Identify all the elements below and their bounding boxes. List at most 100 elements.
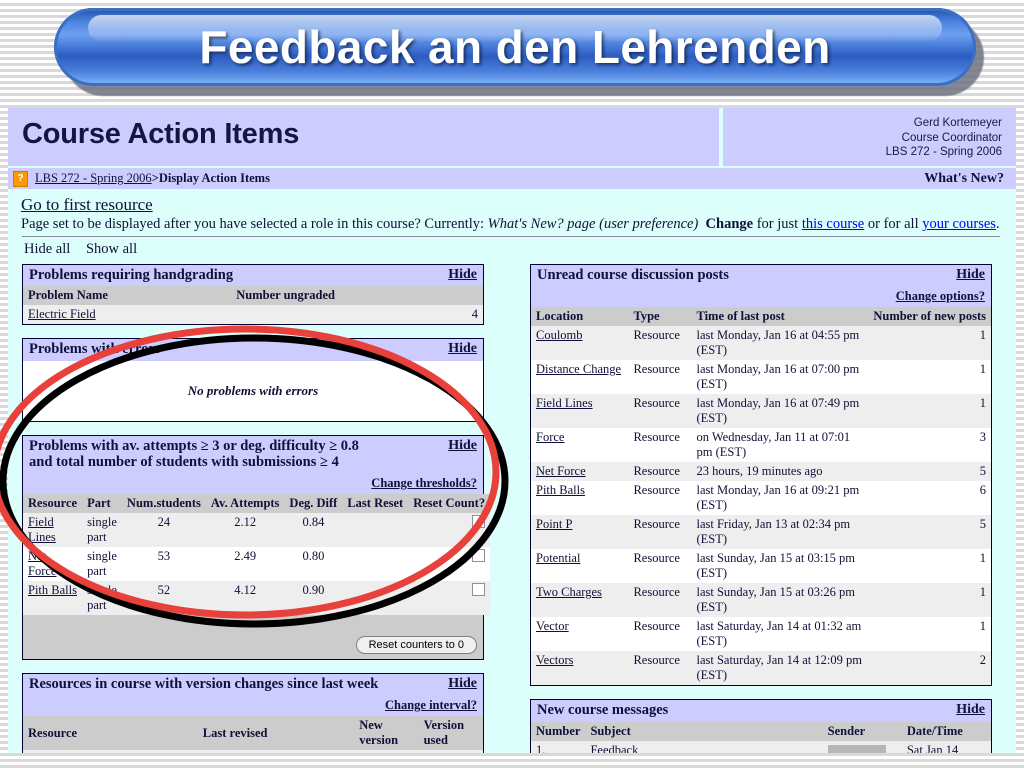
table-row: Force Resource on Wednesday, Jan 11 at 07:… bbox=[531, 428, 991, 463]
panel-columns: Problems requiring handgrading Hide Prob… bbox=[8, 264, 1016, 753]
discussion-location-link[interactable]: Point P bbox=[536, 517, 572, 531]
breadcrumb-course-link[interactable]: LBS 272 - Spring 2006 bbox=[35, 171, 152, 186]
discussion-location-link[interactable]: Force bbox=[536, 430, 564, 444]
preference-current-value: What's New? page (user preference) bbox=[487, 216, 699, 233]
show-all-link[interactable]: Show all bbox=[86, 241, 137, 257]
col-time-last-post: Time of last post bbox=[691, 307, 869, 327]
table-header-row: Resource Part Num.students Av. Attempts … bbox=[23, 494, 491, 514]
page-title: Course Action Items bbox=[22, 118, 300, 150]
panel-versions-title: Resources in course with version changes… bbox=[29, 676, 379, 693]
reset-counters-button[interactable]: Reset counters to 0 bbox=[355, 636, 477, 655]
go-to-first-resource-link[interactable]: Go to first resource bbox=[21, 195, 153, 215]
discussion-location-link[interactable]: Potential bbox=[536, 551, 580, 565]
redacted-sender-bar bbox=[827, 744, 886, 753]
discussion-time: last Saturday, Jan 14 at 12:09 pm (EST) bbox=[691, 651, 869, 686]
discussion-time: last Sunday, Jan 15 at 03:15 pm (EST) bbox=[691, 549, 869, 584]
table-row: 1. Feedback [msu/mmp/kap18/problems/cd46… bbox=[531, 740, 991, 753]
panel-discussion-header: Unread course discussion posts Hide bbox=[531, 265, 991, 287]
discussion-time: last Friday, Jan 13 at 02:34 pm (EST) bbox=[691, 515, 869, 550]
reset-checkbox[interactable] bbox=[472, 515, 486, 529]
attempts-value: 4.12 bbox=[205, 581, 285, 616]
reset-checkbox[interactable] bbox=[472, 583, 486, 597]
discussion-new-post-count: 5 bbox=[868, 462, 991, 482]
handgrading-table: Problem Name Number ungraded Electric Fi… bbox=[23, 286, 483, 325]
change-interval-link[interactable]: Change interval? bbox=[385, 698, 477, 712]
preference-period: . bbox=[995, 216, 1000, 233]
discussion-location-link[interactable]: Pith Balls bbox=[536, 483, 585, 497]
discussion-location-link[interactable]: Net Force bbox=[536, 464, 586, 478]
col-av-attempts: Av. Attempts bbox=[205, 494, 285, 514]
table-row: Coulomb Resource last Monday, Jan 16 at 04… bbox=[531, 326, 991, 361]
breadcrumb: ? LBS 272 - Spring 2006 > Display Action… bbox=[8, 170, 924, 187]
preference-line: Page set to be displayed after you have … bbox=[21, 216, 1006, 233]
discussion-type: Resource bbox=[628, 462, 692, 482]
whats-new-link[interactable]: What's New? bbox=[924, 171, 1016, 187]
panel-problems-with-errors: Problems with errors Hide No problems wi… bbox=[22, 338, 484, 422]
table-row: Field Lines single part 24 2.12 0.84 bbox=[23, 513, 491, 548]
change-options-link[interactable]: Change options? bbox=[896, 289, 985, 303]
versions-table: Resource Last revised New version Versio… bbox=[23, 716, 483, 753]
panel-difficulty-header: Problems with av. attempts ≥ 3 or deg. d… bbox=[23, 435, 483, 474]
panel-messages-hide-link[interactable]: Hide bbox=[948, 702, 985, 718]
discussion-time: on Wednesday, Jan 11 at 07:01 pm (EST) bbox=[691, 428, 869, 463]
panel-versions-hide-link[interactable]: Hide bbox=[440, 676, 477, 692]
table-row: Pith Balls Resource last Monday, Jan 16 at… bbox=[531, 481, 991, 516]
versions-subbar: Change interval? bbox=[23, 695, 483, 717]
col-location: Location bbox=[531, 307, 629, 327]
col-subject: Subject bbox=[585, 721, 823, 741]
difficulty-value: 0.80 bbox=[284, 547, 343, 582]
table-row: Electric Field 4 bbox=[23, 305, 483, 325]
last-reset-value bbox=[342, 547, 409, 582]
your-courses-link[interactable]: your courses bbox=[922, 216, 996, 232]
attempts-value: 2.49 bbox=[205, 547, 285, 582]
col-datetime: Date/Time bbox=[901, 721, 991, 741]
discussion-location-link[interactable]: Field Lines bbox=[536, 396, 593, 410]
table-header-row: Number Subject Sender Date/Time bbox=[531, 721, 991, 741]
resource-link[interactable]: Applet: Electron Orbit bbox=[28, 752, 140, 753]
col-number-ungraded: Number ungraded bbox=[231, 286, 483, 306]
panel-discussion-posts: Unread course discussion posts Hide Chan… bbox=[530, 264, 992, 687]
col-new-version: New version bbox=[354, 716, 419, 751]
message-subject-link[interactable]: Feedback bbox=[590, 743, 638, 753]
panel-difficulty-title-line2: and total number of students with submis… bbox=[29, 453, 339, 470]
discussion-location-link[interactable]: Distance Change bbox=[536, 362, 621, 376]
panel-errors-hide-link[interactable]: Hide bbox=[440, 341, 477, 357]
discussion-location-link[interactable]: Coulomb bbox=[536, 328, 583, 342]
panel-handgrading-hide-link[interactable]: Hide bbox=[440, 267, 477, 283]
discussion-location-link[interactable]: Vectors bbox=[536, 653, 574, 667]
change-thresholds-link[interactable]: Change thresholds? bbox=[371, 476, 477, 490]
reset-checkbox[interactable] bbox=[472, 549, 486, 563]
hide-show-all-controls: Hide all Show all bbox=[24, 241, 1006, 258]
col-last-reset: Last Reset bbox=[342, 494, 409, 514]
col-version-used: Version used bbox=[418, 716, 483, 751]
help-icon[interactable]: ? bbox=[13, 170, 28, 187]
banner-title-text: Feedback an den Lehrenden bbox=[199, 21, 831, 73]
panel-errors-title: Problems with errors bbox=[29, 341, 161, 358]
horizontal-rule bbox=[22, 236, 1000, 238]
difficulty-footer: Reset counters to 0 bbox=[23, 615, 483, 660]
difficulty-value: 0.84 bbox=[284, 513, 343, 548]
resource-link[interactable]: Pith Balls bbox=[28, 583, 77, 597]
students-value: 24 bbox=[121, 513, 206, 548]
panel-difficulty-hide-link[interactable]: Hide bbox=[440, 438, 477, 454]
resource-link[interactable]: Net Force bbox=[28, 549, 56, 578]
difficulty-subbar: Change thresholds? bbox=[23, 473, 483, 495]
problem-name-link[interactable]: Electric Field bbox=[28, 307, 96, 321]
discussion-location-link[interactable]: Vector bbox=[536, 619, 569, 633]
discussion-type: Resource bbox=[628, 583, 692, 618]
table-row: Point P Resource last Friday, Jan 13 at 02… bbox=[531, 515, 991, 550]
discussion-new-post-count: 1 bbox=[868, 549, 991, 584]
preference-or-for-all: or for all bbox=[867, 216, 919, 233]
preference-change-label[interactable]: Change bbox=[706, 216, 754, 232]
panel-discussion-hide-link[interactable]: Hide bbox=[948, 267, 985, 283]
hide-all-link[interactable]: Hide all bbox=[24, 241, 70, 257]
resource-link[interactable]: Field Lines bbox=[28, 515, 56, 544]
last-revised-value: Fri Jan 13 10:18:52 2006 (EST) bbox=[197, 750, 355, 753]
discussion-new-post-count: 1 bbox=[868, 394, 991, 429]
discussion-location-link[interactable]: Two Charges bbox=[536, 585, 602, 599]
students-value: 53 bbox=[121, 547, 206, 582]
table-row: Pith Balls single part 52 4.12 0.90 bbox=[23, 581, 491, 616]
this-course-link[interactable]: this course bbox=[802, 216, 864, 232]
message-number: 1. bbox=[531, 740, 586, 753]
panel-messages-title: New course messages bbox=[537, 702, 669, 719]
